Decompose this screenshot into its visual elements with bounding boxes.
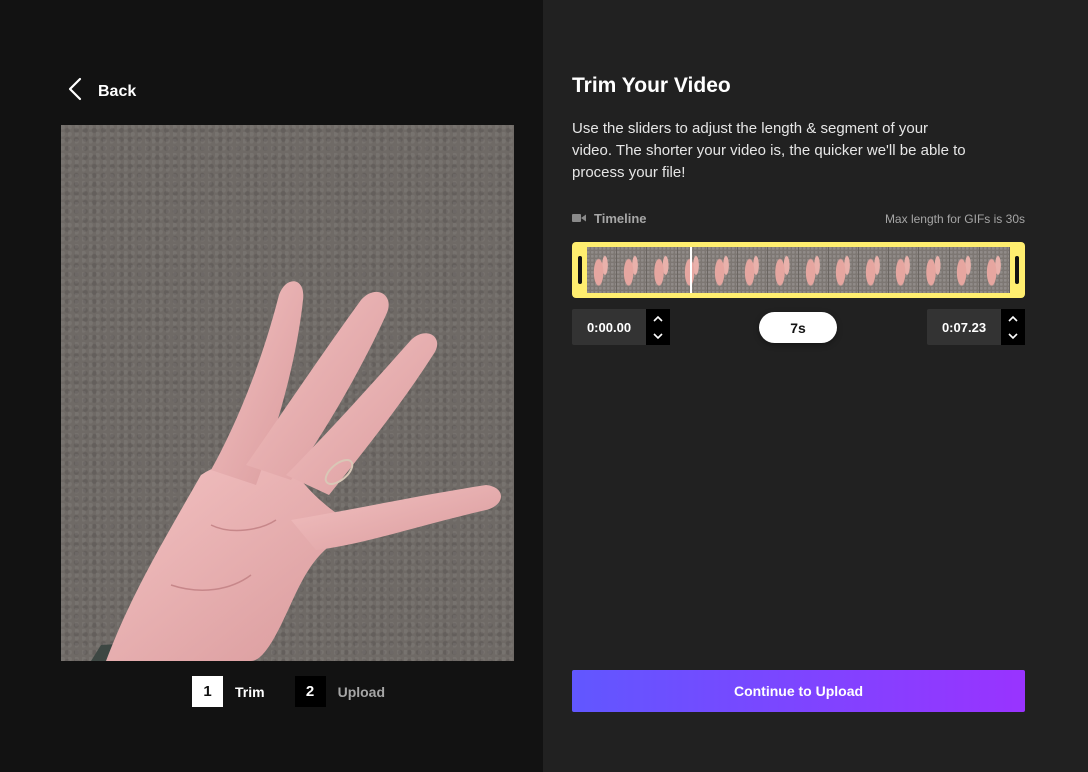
timeline-frame — [828, 247, 859, 293]
continue-to-upload-button[interactable]: Continue to Upload — [572, 670, 1025, 712]
video-preview — [61, 125, 514, 661]
step-label: Upload — [337, 683, 386, 700]
timeline-frame — [677, 247, 708, 293]
timeline-frame — [617, 247, 648, 293]
trim-end-handle[interactable] — [1015, 256, 1019, 284]
chevron-down-icon[interactable] — [646, 327, 670, 345]
timeline-frame — [798, 247, 829, 293]
timeline-frames — [587, 247, 1010, 293]
step-upload: 2 Upload — [294, 676, 386, 707]
timeline-frame — [738, 247, 769, 293]
step-label: Trim — [235, 683, 265, 700]
timeline-frame — [768, 247, 799, 293]
timeline-frame — [979, 247, 1010, 293]
step-indicator: 1 Trim 2 Upload — [192, 676, 385, 707]
timeline-frame — [919, 247, 950, 293]
back-label: Back — [98, 82, 137, 100]
timeline-frame — [889, 247, 920, 293]
step-number: 2 — [294, 676, 326, 707]
start-time-stepper — [646, 309, 670, 345]
chevron-left-icon — [66, 76, 84, 107]
timeline-label-group: Timeline — [572, 211, 647, 226]
back-button[interactable]: Back — [66, 76, 136, 107]
timeline-frame — [949, 247, 980, 293]
hand-video-frame — [91, 281, 501, 661]
timeline-frame — [858, 247, 890, 293]
start-time-input[interactable]: 0:00.00 — [572, 309, 646, 345]
end-time-stepper — [1001, 309, 1025, 345]
trim-panel: Trim Your Video Use the sliders to adjus… — [543, 0, 1088, 772]
start-time-control: 0:00.00 — [572, 309, 670, 345]
step-number: 1 — [192, 676, 223, 707]
end-time-control: 0:07.23 — [927, 309, 1025, 345]
timeline-frame — [647, 247, 678, 293]
video-camera-icon — [572, 211, 586, 226]
end-time-input[interactable]: 0:07.23 — [927, 309, 1001, 345]
max-length-note: Max length for GIFs is 30s — [884, 211, 1025, 226]
timeline-header: Timeline Max length for GIFs is 30s — [572, 211, 1025, 226]
step-trim: 1 Trim — [192, 676, 265, 707]
page-title: Trim Your Video — [572, 74, 731, 97]
duration-badge: 7s — [759, 312, 837, 343]
chevron-up-icon[interactable] — [646, 309, 670, 327]
video-preview-pane: Back 1 Trim 2 Upload — [0, 0, 543, 772]
trim-description: Use the sliders to adjust the length & s… — [572, 120, 966, 181]
timeline-label: Timeline — [594, 211, 647, 226]
chevron-up-icon[interactable] — [1001, 309, 1025, 327]
time-controls: 0:00.00 7s 0:07.23 — [572, 309, 1025, 345]
playhead[interactable] — [690, 247, 692, 293]
timeline-frame — [707, 247, 739, 293]
trim-start-handle[interactable] — [578, 256, 582, 284]
timeline-strip[interactable] — [572, 242, 1025, 298]
chevron-down-icon[interactable] — [1001, 327, 1025, 345]
timeline-frame — [587, 247, 618, 293]
